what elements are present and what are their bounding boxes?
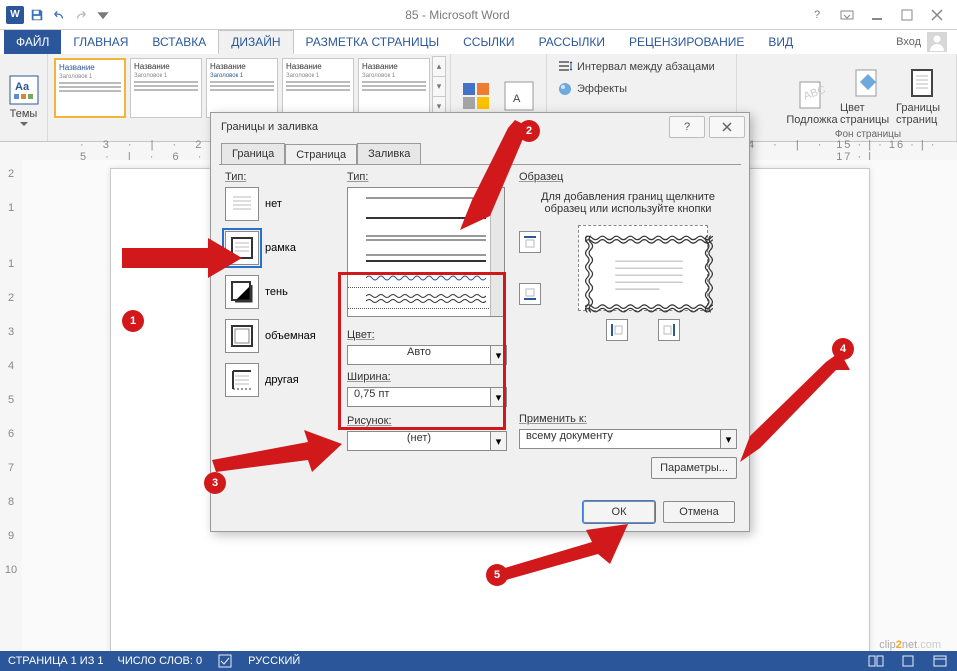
dialog-title: Границы и заливка: [221, 121, 318, 133]
style-set-thumb[interactable]: НазваниеЗаголовок 1: [54, 58, 126, 118]
watermark-label: Подложка: [786, 114, 837, 126]
maximize-icon[interactable]: [893, 5, 921, 25]
art-dropdown[interactable]: (нет)▾: [347, 431, 507, 451]
apply-dropdown[interactable]: всему документу▾: [519, 429, 737, 449]
style-set-thumb[interactable]: НазваниеЗаголовок 1: [358, 58, 430, 118]
qat-save-icon[interactable]: [28, 6, 46, 24]
status-page[interactable]: СТРАНИЦА 1 ИЗ 1: [8, 655, 104, 667]
annotation-badge-2: 2: [518, 120, 540, 142]
options-button[interactable]: Параметры...: [651, 457, 737, 479]
fonts-icon: A: [503, 80, 535, 112]
user-icon: [927, 32, 947, 52]
annotation-badge-1: 1: [122, 310, 144, 332]
spacing-label: Интервал между абзацами: [577, 61, 715, 73]
watermark: clip2net.com: [879, 635, 941, 651]
cancel-button[interactable]: Отмена: [663, 501, 735, 523]
tab-home[interactable]: ГЛАВНАЯ: [61, 30, 140, 54]
themes-label: Темы: [10, 108, 38, 120]
tab-review[interactable]: РЕЦЕНЗИРОВАНИЕ: [617, 30, 756, 54]
svg-text:Aa: Aa: [15, 81, 30, 93]
svg-text:A: A: [513, 93, 521, 105]
paragraph-spacing-button[interactable]: Интервал между абзацами: [551, 56, 721, 78]
spacing-icon: [557, 59, 573, 75]
annotation-redbox: [338, 272, 506, 430]
ribbon-tabs: ФАЙЛ ГЛАВНАЯ ВСТАВКА ДИЗАЙН РАЗМЕТКА СТР…: [0, 30, 957, 54]
account-area[interactable]: Вход: [896, 30, 957, 54]
preview-hint: Для добавления границ щелкните образец и…: [519, 187, 737, 225]
type-label: Тип:: [225, 171, 337, 183]
page-color-button[interactable]: Цвет страницы: [840, 56, 896, 126]
status-bar: СТРАНИЦА 1 ИЗ 1 ЧИСЛО СЛОВ: 0 РУССКИЙ: [0, 651, 957, 671]
annotation-badge-4: 4: [832, 338, 854, 360]
ribbon-opts-icon[interactable]: [833, 5, 861, 25]
watermark-icon: ABC: [796, 80, 828, 112]
themes-button[interactable]: Aa Темы: [4, 56, 43, 126]
close-icon[interactable]: [923, 5, 951, 25]
titlebar: W 85 - Microsoft Word ?: [0, 0, 957, 30]
border-left-toggle[interactable]: [606, 319, 628, 341]
pagecolor-label: Цвет страницы: [840, 102, 896, 126]
minimize-icon[interactable]: [863, 5, 891, 25]
help-icon[interactable]: ?: [803, 5, 831, 25]
style-gallery-scroll[interactable]: ▴▾▾: [432, 56, 446, 118]
vertical-ruler: 2112345678910: [0, 160, 22, 651]
page-borders-button[interactable]: Границы страниц: [896, 56, 952, 126]
view-web-icon[interactable]: [931, 654, 949, 668]
tab-view[interactable]: ВИД: [756, 30, 805, 54]
dialog-tab-page[interactable]: Страница: [285, 144, 357, 165]
dialog-tab-fill[interactable]: Заливка: [357, 143, 421, 164]
qat-redo-icon[interactable]: [72, 6, 90, 24]
chevron-down-icon: [20, 122, 28, 126]
border-top-toggle[interactable]: [519, 231, 541, 253]
tab-mailings[interactable]: РАССЫЛКИ: [527, 30, 617, 54]
style-set-thumb[interactable]: НазваниеЗаголовок 1: [282, 58, 354, 118]
pageborders-label: Границы страниц: [896, 102, 952, 126]
dialog-help-icon[interactable]: ?: [669, 116, 705, 138]
style-set-thumb[interactable]: НазваниеЗаголовок 1: [206, 58, 278, 118]
effects-button[interactable]: Эффекты: [551, 78, 633, 100]
status-words[interactable]: ЧИСЛО СЛОВ: 0: [118, 655, 203, 667]
annotation-badge-3: 3: [204, 472, 226, 494]
themes-icon: Aa: [8, 74, 40, 106]
preview-label: Образец: [519, 171, 737, 183]
tab-insert[interactable]: ВСТАВКА: [140, 30, 218, 54]
border-right-toggle[interactable]: [658, 319, 680, 341]
style-label: Тип:: [347, 171, 505, 183]
pageborders-icon: [908, 68, 940, 100]
type-custom[interactable]: другая: [225, 363, 337, 397]
window-title: 85 - Microsoft Word: [112, 8, 803, 22]
proofing-icon[interactable]: [216, 654, 234, 668]
effects-icon: [557, 81, 573, 97]
annotation-badge-5: 5: [486, 564, 508, 586]
effects-label: Эффекты: [577, 83, 627, 95]
type-box[interactable]: рамка: [225, 231, 337, 265]
colors-icon: [460, 80, 492, 112]
tab-design[interactable]: ДИЗАЙН: [218, 30, 293, 54]
qat-customize-icon[interactable]: [94, 6, 112, 24]
pagecolor-icon: [852, 68, 884, 100]
type-3d[interactable]: объемная: [225, 319, 337, 353]
border-bottom-toggle[interactable]: [519, 283, 541, 305]
style-set-thumb[interactable]: НазваниеЗаголовок 1: [130, 58, 202, 118]
status-lang[interactable]: РУССКИЙ: [248, 655, 300, 667]
sign-in-label: Вход: [896, 36, 921, 48]
dialog-close-icon[interactable]: [709, 116, 745, 138]
qat-undo-icon[interactable]: [50, 6, 68, 24]
view-read-icon[interactable]: [867, 654, 885, 668]
tab-file[interactable]: ФАЙЛ: [4, 30, 61, 54]
ok-button[interactable]: ОК: [583, 501, 655, 523]
word-icon: W: [6, 6, 24, 24]
preview-box[interactable]: [578, 225, 708, 311]
tab-references[interactable]: ССЫЛКИ: [451, 30, 526, 54]
view-print-icon[interactable]: [899, 654, 917, 668]
type-shadow[interactable]: тень: [225, 275, 337, 309]
apply-label: Применить к:: [519, 413, 737, 425]
watermark-button[interactable]: ABC Подложка: [784, 56, 840, 126]
dialog-tab-border[interactable]: Граница: [221, 143, 285, 164]
tab-layout[interactable]: РАЗМЕТКА СТРАНИЦЫ: [294, 30, 452, 54]
type-none[interactable]: нет: [225, 187, 337, 221]
